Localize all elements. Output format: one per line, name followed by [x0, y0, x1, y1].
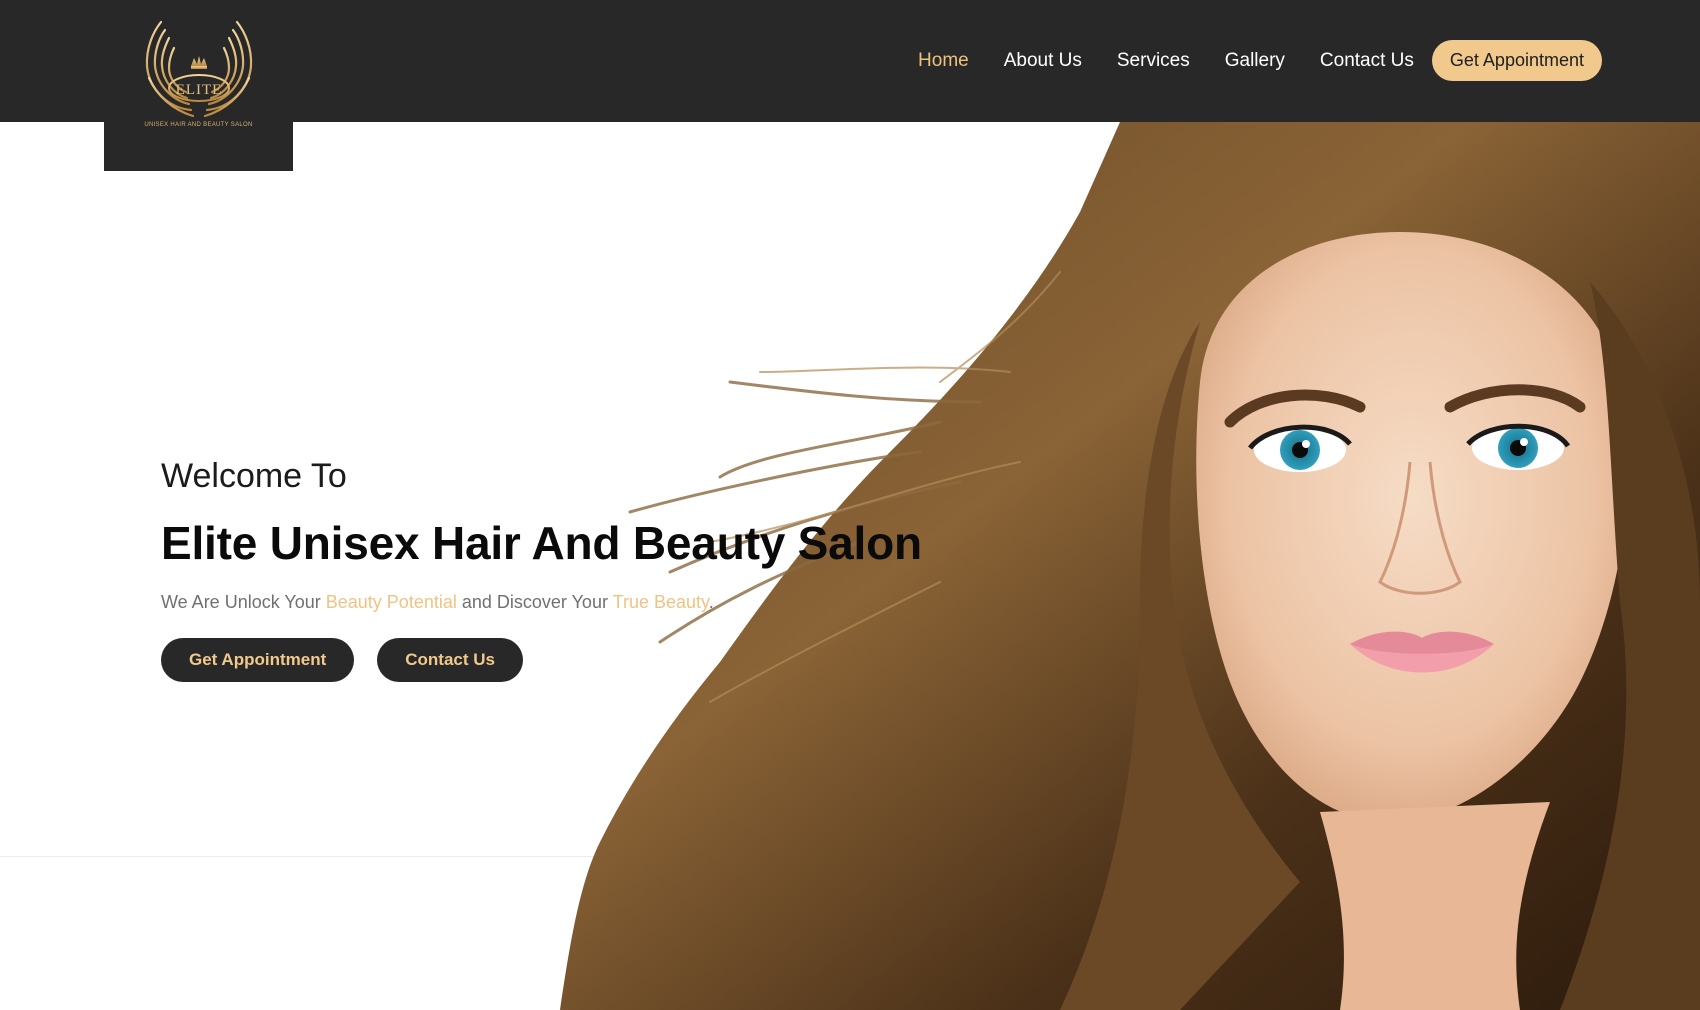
hero-subtitle-part3: .: [708, 592, 714, 612]
hero-section: Welcome To Elite Unisex Hair And Beauty …: [0, 122, 1700, 1010]
hero-subtitle-part2: and Discover Your: [456, 592, 613, 612]
hero-contact-us-button[interactable]: Contact Us: [377, 638, 523, 682]
hero-title: Elite Unisex Hair And Beauty Salon: [161, 517, 922, 569]
nav-get-appointment-button[interactable]: Get Appointment: [1431, 40, 1602, 81]
logo-tagline: UNISEX HAIR AND BEAUTY SALON: [144, 122, 253, 128]
logo[interactable]: ELITE UNISEX HAIR AND BEAUTY SALON: [104, 0, 293, 171]
nav-contact-link[interactable]: Contact Us: [1320, 50, 1414, 72]
hero-welcome-text: Welcome To: [161, 457, 347, 495]
hero-get-appointment-button[interactable]: Get Appointment: [161, 638, 355, 682]
winged-crown-logo-icon: ELITE: [145, 20, 252, 118]
hero-subtitle: We Are Unlock Your Beauty Potential and …: [161, 592, 922, 613]
hero-buttons: Get Appointment Contact Us: [161, 638, 922, 682]
nav-services-link[interactable]: Services: [1117, 50, 1190, 72]
nav-home-link[interactable]: Home: [918, 50, 969, 72]
hero-subtitle-accent1: Beauty Potential: [325, 592, 457, 612]
nav-about-link[interactable]: About Us: [1004, 50, 1082, 72]
main-nav: Home About Us Services Gallery Contact U…: [918, 40, 1602, 81]
hero-subtitle-part1: We Are Unlock Your: [161, 592, 326, 612]
nav-gallery-link[interactable]: Gallery: [1225, 50, 1285, 72]
hero-content: Welcome To Elite Unisex Hair And Beauty …: [161, 457, 922, 682]
hero-subtitle-accent2: True Beauty: [612, 592, 709, 612]
